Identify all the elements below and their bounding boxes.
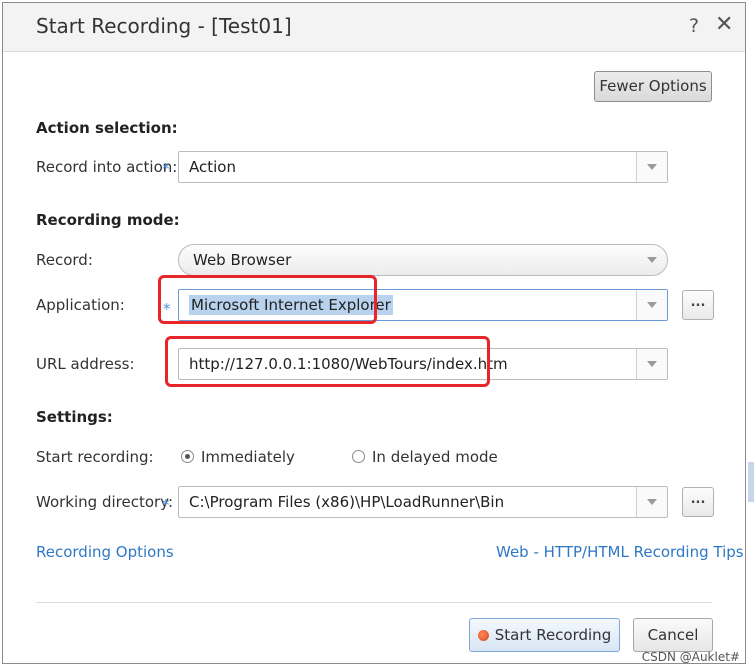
required-marker: * [162,160,170,178]
close-icon[interactable]: ✕ [715,12,733,37]
background-strip [746,0,754,670]
chevron-down-icon[interactable] [636,290,667,320]
footer-divider [36,602,712,603]
required-marker: * [163,300,171,318]
settings-heading: Settings: [36,408,113,426]
working-directory-browse-button[interactable]: ... [682,487,714,517]
application-label: Application: [36,296,125,314]
chevron-down-icon[interactable] [636,152,667,182]
immediately-radio[interactable] [181,450,194,463]
application-browse-button[interactable]: ... [682,290,714,320]
recording-options-link[interactable]: Recording Options [36,543,174,561]
application-selected-text: Microsoft Internet Explorer [189,295,393,315]
start-recording-label: Start recording: [36,448,154,466]
required-marker: * [162,496,170,514]
delayed-mode-radio-label[interactable]: In delayed mode [372,448,498,466]
dialog-title: Start Recording - [Test01] [36,14,292,38]
working-directory-value: C:\Program Files (x86)\HP\LoadRunner\Bin [189,493,505,511]
record-mode-dropdown[interactable]: Web Browser [178,244,668,276]
start-recording-label: Start Recording [494,626,612,644]
url-address-label: URL address: [36,355,135,373]
record-into-action-combo[interactable]: Action [178,151,668,183]
application-value: Microsoft Internet Explorer [189,295,393,315]
record-label: Record: [36,251,93,269]
url-address-value: http://127.0.0.1:1080/WebTours/index.htm [189,355,508,373]
cancel-button[interactable]: Cancel [633,618,713,652]
recording-mode-heading: Recording mode: [36,211,180,229]
chevron-down-icon[interactable] [636,349,667,379]
url-address-combo[interactable]: http://127.0.0.1:1080/WebTours/index.htm [178,348,668,380]
record-into-action-value: Action [189,158,236,176]
chevron-down-icon[interactable] [637,245,667,275]
application-combo[interactable]: Microsoft Internet Explorer [178,289,668,321]
action-selection-heading: Action selection: [36,119,178,137]
delayed-mode-radio[interactable] [352,450,365,463]
start-recording-dialog: Start Recording - [Test01] ? ✕ Fewer Opt… [2,2,746,664]
working-directory-label: Working directory: [36,493,174,511]
fewer-options-button[interactable]: Fewer Options [594,71,712,102]
background-mark [748,462,754,502]
immediately-radio-label[interactable]: Immediately [201,448,295,466]
working-directory-combo[interactable]: C:\Program Files (x86)\HP\LoadRunner\Bin [178,486,668,518]
help-icon[interactable]: ? [689,15,699,37]
chevron-down-icon[interactable] [636,487,667,517]
recording-tips-link[interactable]: Web - HTTP/HTML Recording Tips [496,543,744,561]
watermark: CSDN @Auklet# [641,650,740,664]
record-into-action-label: Record into action: [36,158,178,176]
start-recording-button[interactable]: Start Recording [469,618,620,652]
record-mode-value: Web Browser [193,251,292,269]
record-icon [477,630,489,641]
title-bar: Start Recording - [Test01] ? ✕ [3,3,745,52]
